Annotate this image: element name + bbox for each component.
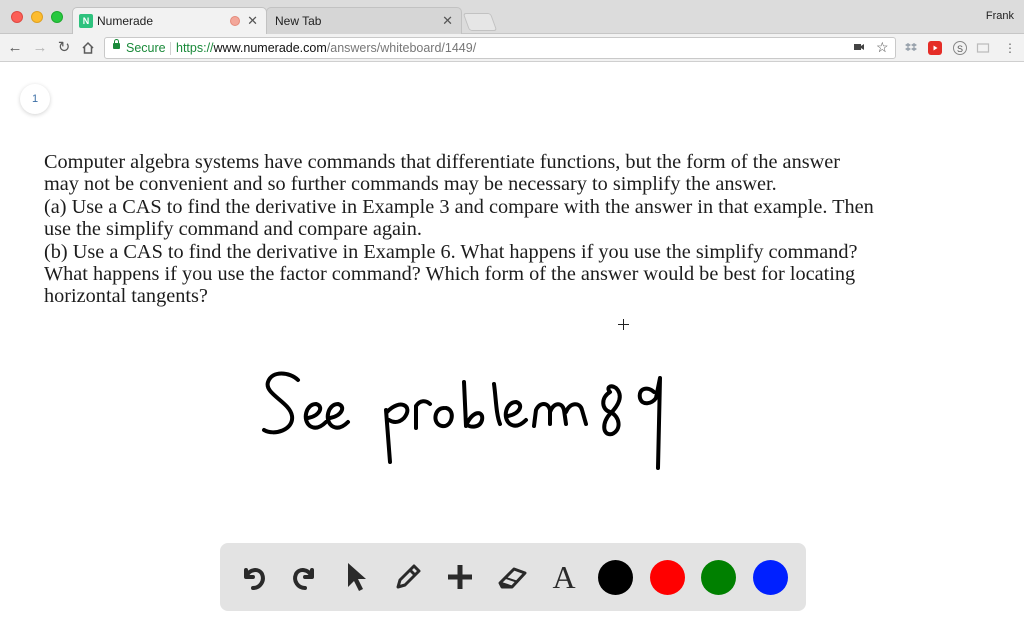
question-line: use the simplify command and compare aga… [44,218,422,241]
whiteboard-page[interactable]: 1 Computer algebra systems have commands… [0,62,1024,620]
audio-playing-icon[interactable] [230,16,240,26]
question-line: What happens if you use the factor comma… [44,263,856,286]
tab-title: New Tab [275,14,322,28]
security-label: Secure [126,41,166,55]
tab-numerade[interactable]: N Numerade ✕ [72,7,267,34]
color-blue-swatch[interactable] [753,560,788,595]
star-icon[interactable]: ☆ [876,39,889,56]
maximize-window-button[interactable] [51,11,63,23]
address-bar[interactable]: Secure https://www.numerade.com/answers/… [104,37,896,59]
question-text: Computer algebra systems have commands t… [44,151,1016,308]
home-icon[interactable] [79,39,97,57]
minimize-window-button[interactable] [31,11,43,23]
crosshair-cursor-icon [618,319,629,330]
eraser-icon[interactable] [494,559,530,595]
tab-new-tab[interactable]: New Tab ✕ [266,7,462,34]
handwritten-note [262,371,662,470]
add-icon[interactable] [442,559,478,595]
question-line: horizontal tangents? [44,285,208,308]
browser-toolbar: ← → ↻ Secure https://www.numerade.com/an… [0,34,1024,62]
menu-icon[interactable]: ⋮ [1003,41,1017,55]
pointer-icon[interactable] [338,559,374,595]
undo-icon[interactable] [235,559,271,595]
profile-name[interactable]: Frank [986,10,1014,22]
url-path: /answers/whiteboard/1449/ [326,41,477,55]
title-bar: N Numerade ✕ New Tab ✕ Frank [0,0,1024,34]
color-red-swatch[interactable] [650,560,685,595]
url-scheme: https:// [176,41,214,55]
whiteboard-toolbar: A [220,543,806,611]
s-icon[interactable]: S [953,41,967,55]
cast-icon[interactable] [976,41,990,55]
question-line: Computer algebra systems have commands t… [44,151,840,173]
question-line: (b) Use a CAS to find the derivative in … [44,240,858,263]
close-tab-icon[interactable]: ✕ [247,13,258,29]
lock-icon [113,39,120,49]
back-arrow-icon[interactable]: ← [6,39,24,57]
new-tab-button[interactable] [462,13,498,31]
dropbox-icon[interactable] [904,41,918,55]
color-black-swatch[interactable] [598,560,633,595]
url-separator [170,42,171,55]
reload-icon[interactable]: ↻ [55,39,73,57]
url-text[interactable]: https://www.numerade.com/answers/whitebo… [176,41,476,55]
numerade-favicon-icon: N [79,14,93,28]
youtube-icon[interactable] [928,41,942,55]
question-line: (a) Use a CAS to find the derivative in … [44,195,874,218]
close-window-button[interactable] [11,11,23,23]
text-icon[interactable]: A [546,559,582,595]
close-tab-icon[interactable]: ✕ [442,13,453,29]
color-green-swatch[interactable] [701,560,736,595]
page-number-badge[interactable]: 1 [20,84,50,114]
pen-icon[interactable] [390,559,426,595]
url-host: www.numerade.com [213,41,327,55]
tab-title: Numerade [97,14,154,28]
question-line: may not be convenient and so further com… [44,173,777,196]
redo-icon[interactable] [287,559,323,595]
camera-icon[interactable] [853,41,865,56]
forward-arrow-icon[interactable]: → [31,39,49,57]
